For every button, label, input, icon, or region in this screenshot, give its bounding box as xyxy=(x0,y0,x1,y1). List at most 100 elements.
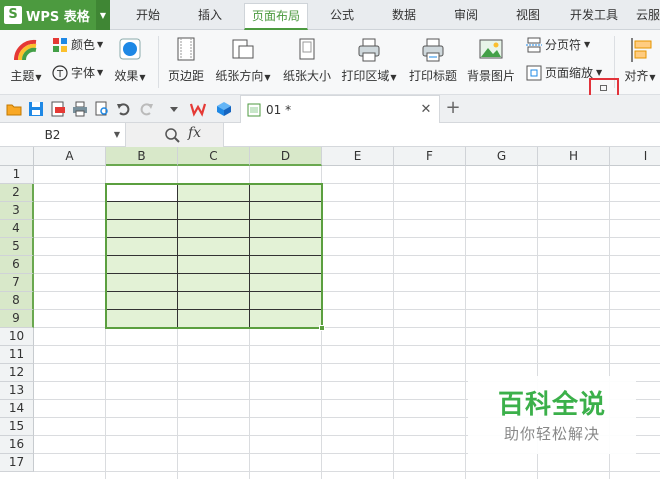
print-titles-label: 打印标题 xyxy=(408,69,457,83)
spreadsheet-file-icon xyxy=(247,103,261,116)
column-header-h[interactable]: H xyxy=(538,147,610,166)
ribbon-separator xyxy=(158,36,159,88)
tab-review[interactable]: 审阅 xyxy=(442,0,490,30)
tab-cloud[interactable]: 云服 xyxy=(636,0,660,30)
print-titles-icon xyxy=(422,38,444,62)
redo-icon[interactable] xyxy=(138,101,154,117)
background-image-button[interactable]: 背景图片 xyxy=(466,36,516,84)
row-header-1[interactable]: 1 xyxy=(0,166,34,184)
theme-label: 主题 xyxy=(10,69,35,83)
row-header-2[interactable]: 2 xyxy=(0,184,34,202)
save-icon[interactable] xyxy=(28,101,44,117)
print-area-button[interactable]: 打印区域▼ xyxy=(340,36,398,84)
row-header-5[interactable]: 5 xyxy=(0,238,34,256)
paper-size-icon xyxy=(299,38,315,60)
row-header-6[interactable]: 6 xyxy=(0,256,34,274)
row-header-11[interactable]: 11 xyxy=(0,346,34,364)
document-name: 01 * xyxy=(266,102,292,117)
orientation-button[interactable]: 纸张方向▼ xyxy=(214,36,272,84)
background-image-icon xyxy=(479,39,503,59)
effects-icon xyxy=(119,38,141,60)
row-header-4[interactable]: 4 xyxy=(0,220,34,238)
column-header-g[interactable]: G xyxy=(466,147,538,166)
colors-label: 颜色 xyxy=(71,38,96,52)
fonts-icon: T xyxy=(52,64,68,81)
wps-w-icon[interactable] xyxy=(190,101,206,117)
row-header-3[interactable]: 3 xyxy=(0,202,34,220)
name-box-dropdown-icon[interactable]: ▼ xyxy=(114,123,120,147)
row-header-7[interactable]: 7 xyxy=(0,274,34,292)
row-gridline xyxy=(34,363,660,364)
fill-handle[interactable] xyxy=(319,325,325,331)
row-header-16[interactable]: 16 xyxy=(0,436,34,454)
tab-data[interactable]: 数据 xyxy=(380,0,428,30)
formula-bar: B2 ▼ fx xyxy=(0,123,660,147)
new-tab-icon[interactable]: + xyxy=(444,97,462,119)
paper-size-button[interactable]: 纸张大小 xyxy=(282,36,332,84)
column-header-a[interactable]: A xyxy=(34,147,106,166)
column-gridline xyxy=(393,166,394,479)
row-header-12[interactable]: 12 xyxy=(0,364,34,382)
watermark: 百科全说 助你轻松解决 xyxy=(468,376,636,454)
undo-icon[interactable] xyxy=(116,101,132,117)
select-all-corner[interactable] xyxy=(0,147,34,166)
row-header-14[interactable]: 14 xyxy=(0,400,34,418)
tab-developer[interactable]: 开发工具 xyxy=(562,0,626,30)
page-margins-icon xyxy=(177,37,195,61)
print-titles-button[interactable]: 打印标题 xyxy=(408,36,458,84)
name-box[interactable]: B2 ▼ xyxy=(0,123,126,147)
dialog-launcher-icon xyxy=(600,85,607,91)
effects-button[interactable]: 效果▼ xyxy=(112,36,148,84)
colors-icon xyxy=(53,37,67,52)
app-menu-button[interactable]: S WPS 表格 ▼ xyxy=(0,0,110,30)
column-header-f[interactable]: F xyxy=(394,147,466,166)
row-header-17[interactable]: 17 xyxy=(0,454,34,472)
watermark-title: 百科全说 xyxy=(497,390,606,420)
theme-icon xyxy=(13,39,37,61)
row-header-13[interactable]: 13 xyxy=(0,382,34,400)
print-icon[interactable] xyxy=(72,101,88,117)
open-folder-icon[interactable] xyxy=(6,101,22,117)
watermark-subtitle: 助你轻松解决 xyxy=(503,425,600,443)
column-header-c[interactable]: C xyxy=(178,147,250,166)
page-scale-label: 页面缩放 xyxy=(545,66,594,80)
align-button[interactable]: 对齐▼ xyxy=(620,36,660,84)
menu-tab-bar: S WPS 表格 ▼ 开始 插入 页面布局 公式 数据 审阅 视图 开发工具 云… xyxy=(0,0,660,30)
column-header-e[interactable]: E xyxy=(322,147,394,166)
tab-home[interactable]: 开始 xyxy=(124,0,172,30)
export-pdf-icon[interactable] xyxy=(50,101,66,117)
fonts-button[interactable]: T 字体 ▼ xyxy=(52,64,103,81)
page-scale-icon xyxy=(526,65,542,80)
column-header-i[interactable]: I xyxy=(610,147,660,166)
quick-access-toolbar: 01 * ✕ + xyxy=(0,95,660,123)
insert-function-button[interactable]: fx xyxy=(188,125,201,141)
colors-button[interactable]: 颜色 ▼ xyxy=(52,36,103,53)
app-menu-dropdown-icon[interactable]: ▼ xyxy=(96,0,110,30)
paper-size-label: 纸张大小 xyxy=(282,69,331,83)
margins-button[interactable]: 页边距 xyxy=(166,36,206,84)
formula-input[interactable] xyxy=(224,123,660,147)
cube-app-icon[interactable] xyxy=(216,101,232,117)
column-gridline xyxy=(465,166,466,479)
row-header-10[interactable]: 10 xyxy=(0,328,34,346)
app-name: WPS 表格 xyxy=(26,9,90,25)
zoom-icon[interactable] xyxy=(164,127,180,143)
row-gridline xyxy=(34,345,660,346)
customize-toolbar-dropdown-icon[interactable] xyxy=(166,101,182,117)
theme-button[interactable]: 主题▼ xyxy=(8,36,44,84)
column-header-d[interactable]: D xyxy=(250,147,322,166)
background-image-label: 背景图片 xyxy=(466,69,515,83)
tab-formulas[interactable]: 公式 xyxy=(318,0,366,30)
print-preview-icon[interactable] xyxy=(94,101,110,117)
page-breaks-button[interactable]: 分页符 ▼ xyxy=(526,36,590,53)
tab-view[interactable]: 视图 xyxy=(504,0,552,30)
row-header-9[interactable]: 9 xyxy=(0,310,34,328)
document-tab[interactable]: 01 * ✕ xyxy=(240,95,440,123)
row-header-8[interactable]: 8 xyxy=(0,292,34,310)
column-header-b[interactable]: B xyxy=(106,147,178,166)
row-header-15[interactable]: 15 xyxy=(0,418,34,436)
tab-insert[interactable]: 插入 xyxy=(186,0,234,30)
close-tab-icon[interactable]: ✕ xyxy=(419,102,433,117)
formula-tools: fx xyxy=(126,123,224,147)
tab-page-layout[interactable]: 页面布局 xyxy=(244,3,308,30)
